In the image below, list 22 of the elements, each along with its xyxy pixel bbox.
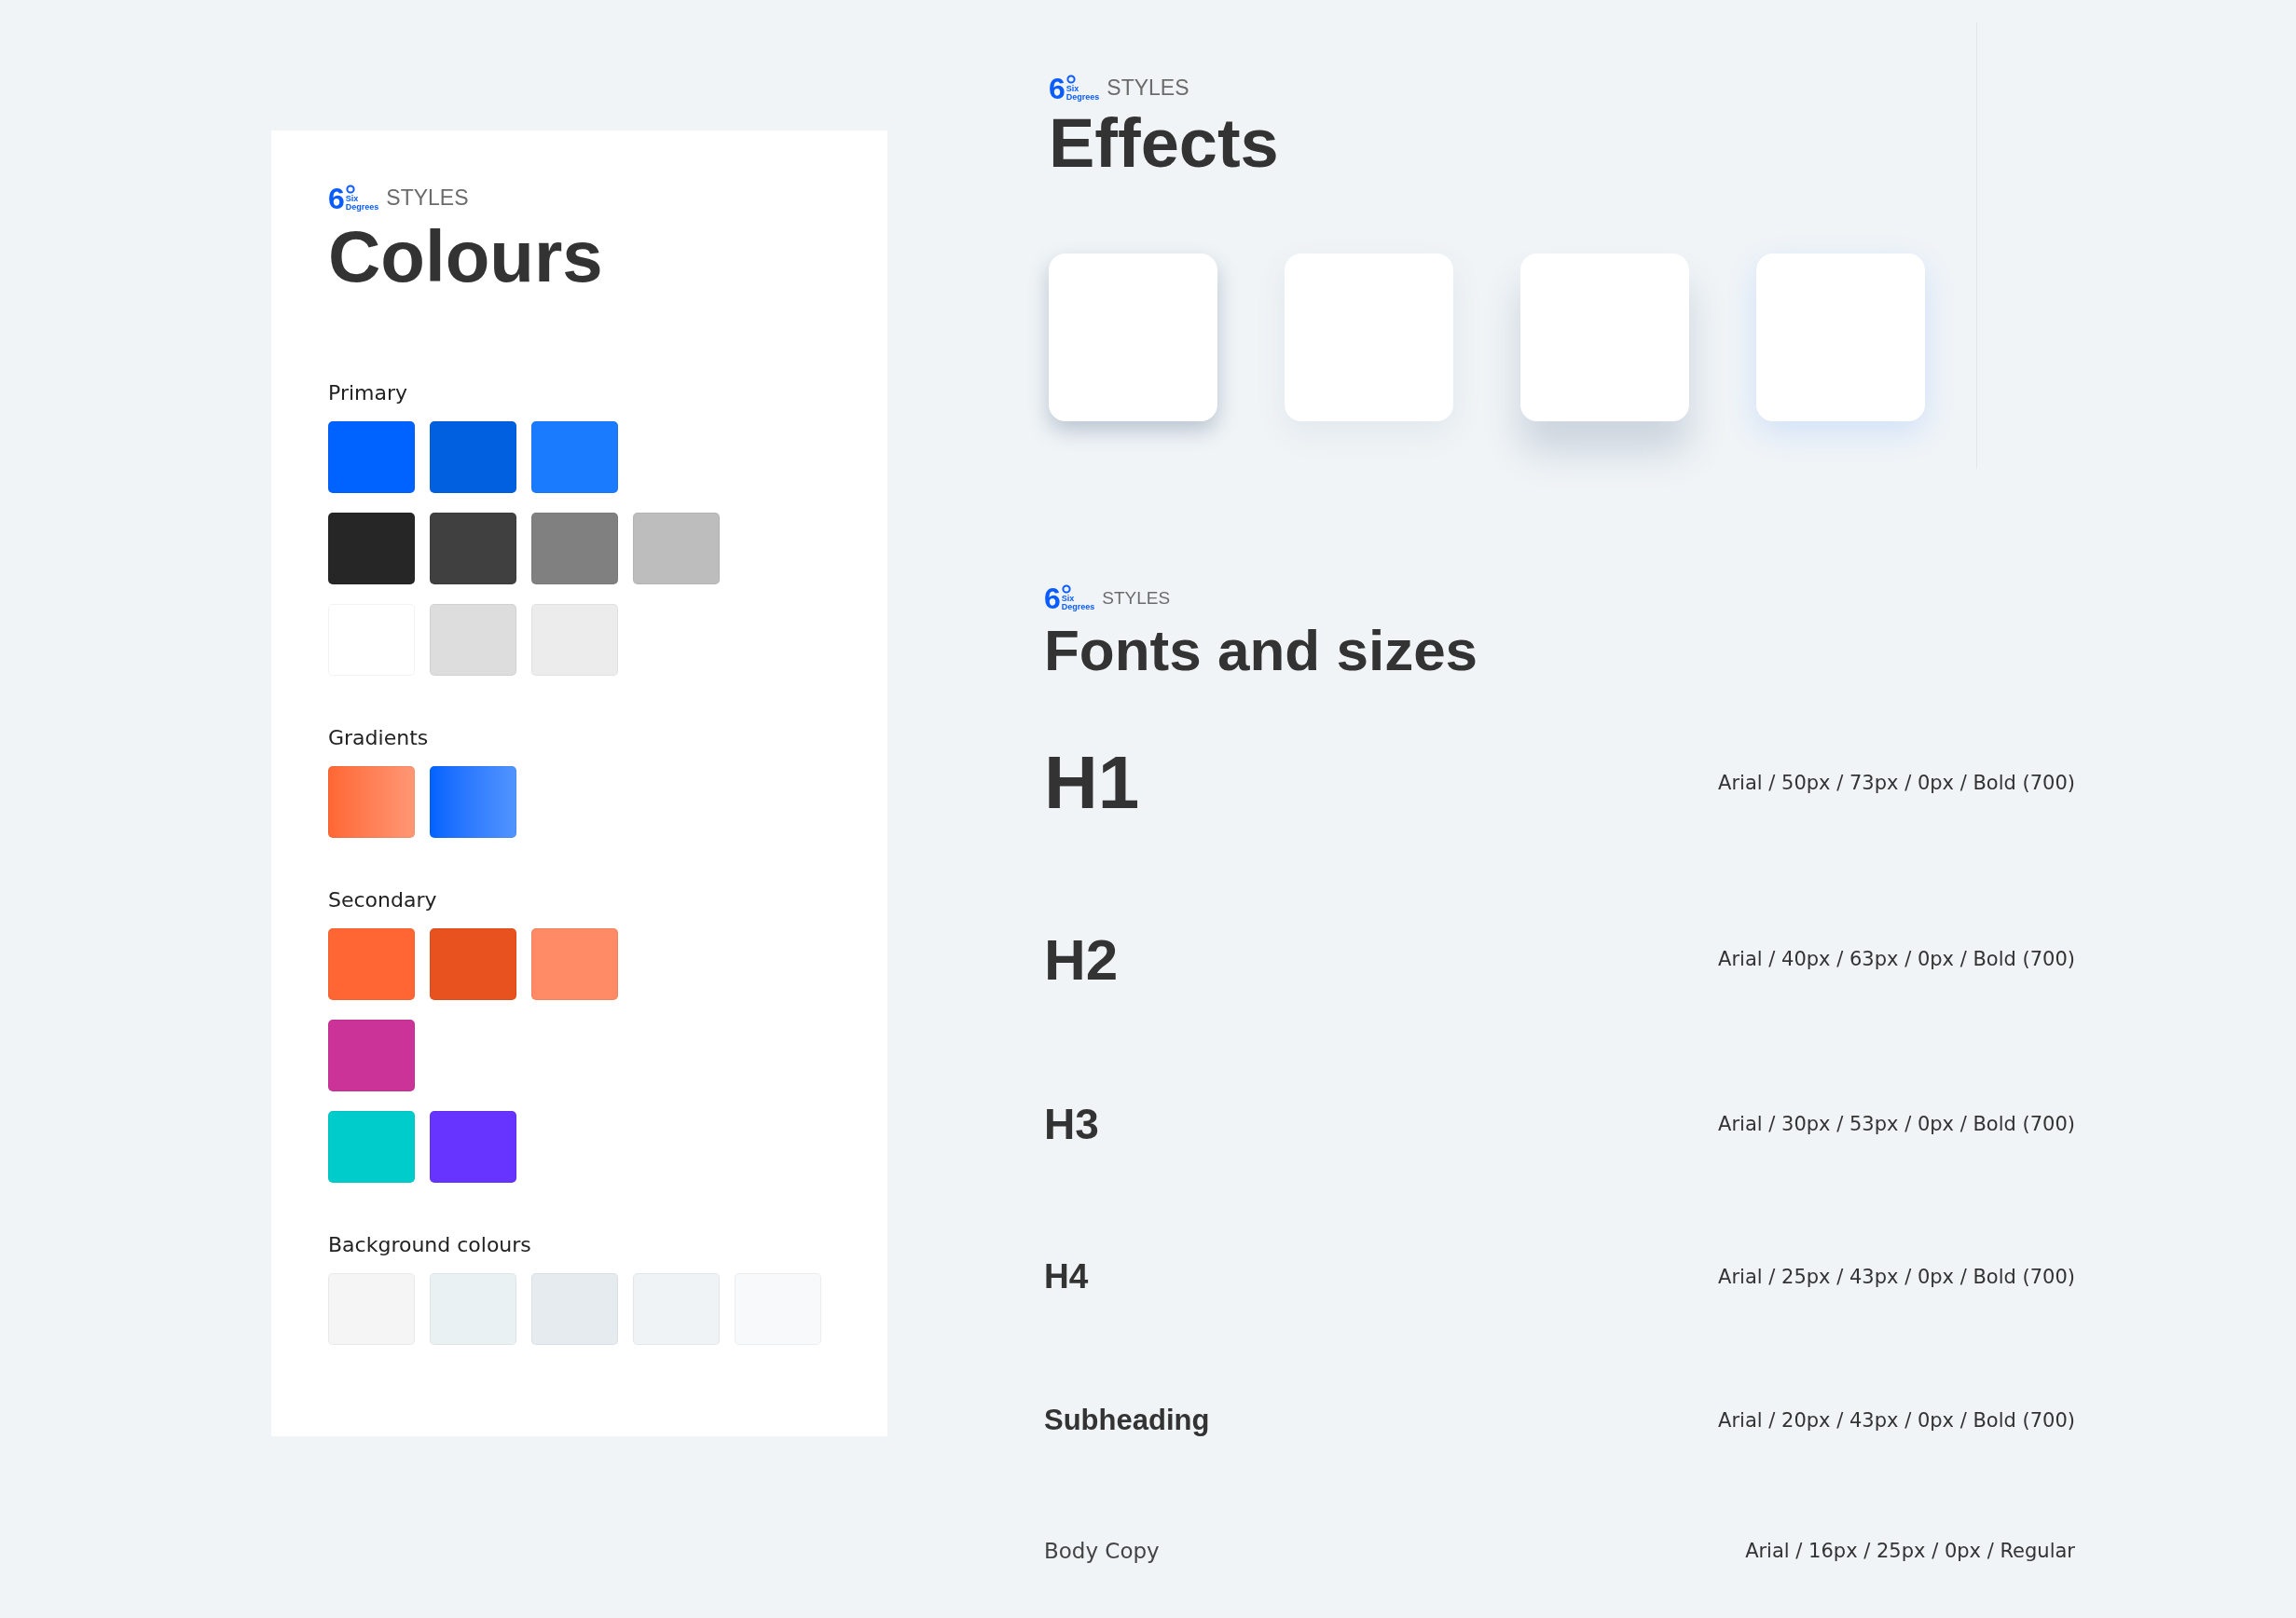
type-sample: H3 xyxy=(1044,1098,1099,1149)
type-spec: Arial / 30px / 53px / 0px / Bold (700) xyxy=(1718,1112,2075,1135)
group-label: Background colours xyxy=(328,1232,532,1256)
section-title: Fonts and sizes xyxy=(1044,619,1479,683)
eyebrow-label: STYLES xyxy=(1107,75,1189,101)
type-sample: Subheading xyxy=(1044,1403,1210,1437)
type-spec: Arial / 50px / 73px / 0px / Bold (700) xyxy=(1718,772,2075,795)
group-label: Secondary xyxy=(328,887,438,912)
section-title: Effects xyxy=(1049,105,1280,182)
type-sample: Body Copy xyxy=(1044,1539,1160,1564)
type-sample: H1 xyxy=(1044,740,1140,827)
type-sample: H4 xyxy=(1044,1256,1089,1296)
type-sample: H2 xyxy=(1044,926,1119,993)
eyebrow-label: STYLES xyxy=(386,185,469,211)
group-label: Gradients xyxy=(328,725,430,749)
type-spec: Arial / 16px / 25px / 0px / Regular xyxy=(1745,1540,2075,1563)
group-label: Primary xyxy=(328,380,408,404)
type-spec: Arial / 40px / 63px / 0px / Bold (700) xyxy=(1718,948,2075,971)
eyebrow-label: STYLES xyxy=(1102,587,1171,609)
type-spec: Arial / 20px / 43px / 0px / Bold (700) xyxy=(1718,1408,2075,1432)
type-spec: Arial / 25px / 43px / 0px / Bold (700) xyxy=(1718,1265,2075,1288)
section-title: Colours xyxy=(328,217,604,297)
